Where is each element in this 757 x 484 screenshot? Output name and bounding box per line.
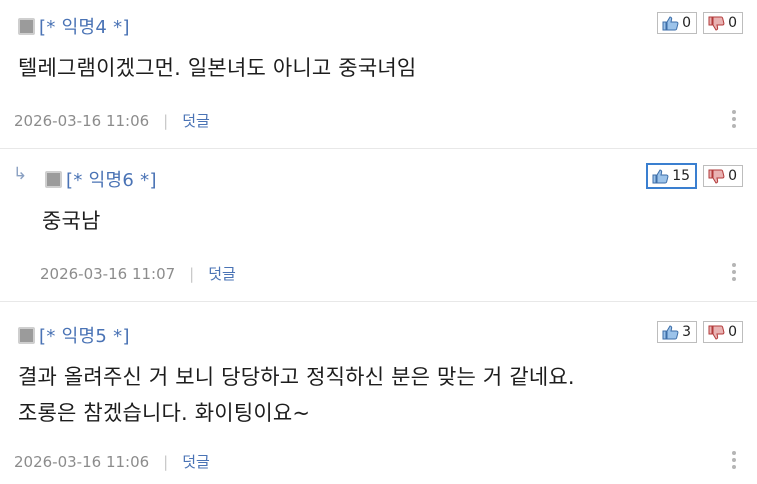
meta-separator: | xyxy=(163,111,169,130)
comment-text-line: 조롱은 참겠습니다. 화이팅이요~ xyxy=(18,401,311,425)
reply-arrow-icon: ↳ xyxy=(13,164,28,184)
vote-group: 3 0 xyxy=(657,321,743,343)
like-button[interactable]: 3 xyxy=(657,321,698,343)
thumbs-up-icon xyxy=(662,324,679,339)
vote-group: 15 0 xyxy=(646,163,743,189)
avatar xyxy=(18,17,35,35)
author-name[interactable]: [* 익명4 *] xyxy=(39,13,130,39)
thumbs-up-icon xyxy=(652,168,669,183)
comment-header: [* 익명5 *] xyxy=(18,322,130,348)
like-button[interactable]: 0 xyxy=(657,12,698,34)
avatar xyxy=(45,170,62,188)
comment-item-reply: ↳ [* 익명6 *] 15 0 중국남 2026-03-16 11:07 | … xyxy=(0,149,757,302)
reply-link[interactable]: 덧글 xyxy=(182,451,210,472)
comment-header: [* 익명4 *] xyxy=(18,13,130,39)
like-button[interactable]: 15 xyxy=(646,163,698,189)
like-count: 0 xyxy=(682,15,692,31)
author-name[interactable]: [* 익명5 *] xyxy=(39,322,130,348)
more-options-icon[interactable] xyxy=(732,263,736,281)
dislike-count: 0 xyxy=(728,324,737,340)
thumbs-down-icon xyxy=(708,325,725,340)
reply-link[interactable]: 덧글 xyxy=(208,263,236,284)
more-options-icon[interactable] xyxy=(732,110,736,128)
dislike-button[interactable]: 0 xyxy=(703,12,743,34)
comment-date: 2026-03-16 11:06 xyxy=(14,452,150,471)
comment-text: 텔레그램이겠그먼. 일본녀도 아니고 중국녀임 xyxy=(18,56,417,80)
like-count: 15 xyxy=(672,168,691,184)
avatar xyxy=(18,326,35,344)
vote-group: 0 0 xyxy=(657,12,743,34)
thumbs-down-icon xyxy=(708,169,725,184)
comment-text-line: 결과 올려주신 거 보니 당당하고 정직하신 분은 맞는 거 같네요. xyxy=(18,365,575,389)
dislike-button[interactable]: 0 xyxy=(703,321,743,343)
comment-text: 결과 올려주신 거 보니 당당하고 정직하신 분은 맞는 거 같네요. 조롱은 … xyxy=(18,359,575,431)
author-name[interactable]: [* 익명6 *] xyxy=(66,166,157,192)
comment-meta: 2026-03-16 11:07 | 덧글 xyxy=(40,263,236,284)
comment-item: [* 익명5 *] 3 0 결과 올려주신 거 보니 당당하고 정직하신 분은 … xyxy=(0,302,757,484)
reply-link[interactable]: 덧글 xyxy=(182,110,210,131)
comment-text: 중국남 xyxy=(42,209,101,233)
dislike-count: 0 xyxy=(728,168,737,184)
thumbs-up-icon xyxy=(662,15,679,30)
more-options-icon[interactable] xyxy=(732,451,736,469)
meta-separator: | xyxy=(163,452,169,471)
meta-separator: | xyxy=(189,264,195,283)
dislike-button[interactable]: 0 xyxy=(703,165,743,187)
dislike-count: 0 xyxy=(728,15,737,31)
comment-meta: 2026-03-16 11:06 | 덧글 xyxy=(14,451,210,472)
like-count: 3 xyxy=(682,324,692,340)
comment-meta: 2026-03-16 11:06 | 덧글 xyxy=(14,110,210,131)
comment-item: [* 익명4 *] 0 0 텔레그램이겠그먼. 일본녀도 아니고 중국녀임 20… xyxy=(0,0,757,149)
thumbs-down-icon xyxy=(708,16,725,31)
comment-header: [* 익명6 *] xyxy=(45,166,157,192)
comment-date: 2026-03-16 11:06 xyxy=(14,111,150,130)
comment-date: 2026-03-16 11:07 xyxy=(40,264,176,283)
